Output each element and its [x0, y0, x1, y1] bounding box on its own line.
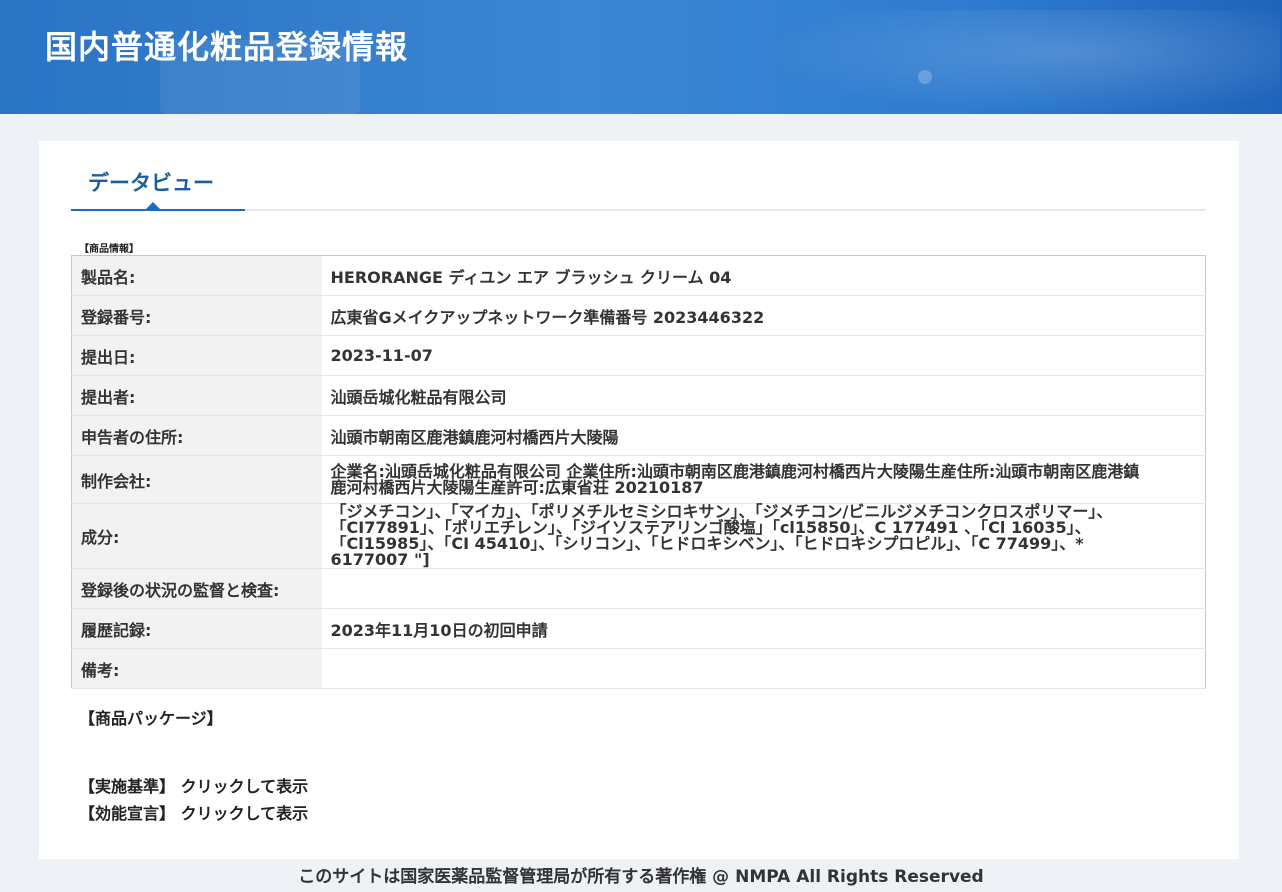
header-banner: 国内普通化粧品登録情報 — [0, 0, 1282, 114]
row-label: 履歴記録: — [71, 608, 322, 649]
row-label: 製品名: — [71, 255, 322, 296]
standards-line: 【実施基準】 クリックして表示 — [79, 773, 308, 797]
banner-decoration — [760, 10, 1280, 114]
row-label: 登録後の状況の監督と検査: — [71, 568, 322, 609]
table-row: 登録後の状況の監督と検査: — [71, 568, 1206, 609]
row-value: 「ジメチコン」、「マイカ」、「ポリメチルセミシロキサン」、「ジメチコン/ビニルジ… — [321, 503, 1206, 569]
row-value — [321, 648, 1206, 689]
row-value: 企業名:汕頭岳城化粧品有限公司 企業住所:汕頭市朝南区鹿港鎮鹿河村橋西片大陵陽生… — [321, 455, 1206, 504]
table-row: 制作会社: 企業名:汕頭岳城化粧品有限公司 企業住所:汕頭市朝南区鹿港鎮鹿河村橋… — [71, 455, 1206, 504]
table-row: 製品名: HERORANGE ディユン エア ブラッシュ クリーム 04 — [71, 255, 1206, 296]
content-panel: データビュー 【商品情報】 製品名: HERORANGE ディユン エア ブラッ… — [39, 141, 1239, 859]
standards-label: 【実施基準】 — [79, 777, 176, 796]
row-value — [321, 568, 1206, 609]
row-value: HERORANGE ディユン エア ブラッシュ クリーム 04 — [321, 255, 1206, 296]
footer-copyright: このサイトは国家医薬品監督管理局が所有する著作権 @ NMPA All Righ… — [298, 867, 984, 887]
row-value: 汕頭市朝南区鹿港鎮鹿河村橋西片大陵陽 — [321, 415, 1206, 456]
table-row: 申告者の住所: 汕頭市朝南区鹿港鎮鹿河村橋西片大陵陽 — [71, 415, 1206, 456]
row-label: 制作会社: — [71, 455, 322, 504]
row-value: 2023年11月10日の初回申請 — [321, 608, 1206, 649]
row-value: 2023-11-07 — [321, 335, 1206, 376]
row-label: 申告者の住所: — [71, 415, 322, 456]
row-label: 備考: — [71, 648, 322, 689]
section-caption: 【商品情報】 — [79, 244, 139, 255]
table-row: 備考: — [71, 648, 1206, 689]
row-label: 成分: — [71, 503, 322, 569]
claims-line: 【効能宣言】 クリックして表示 — [79, 800, 308, 824]
tab-caret-icon — [146, 202, 160, 209]
row-label: 登録番号: — [71, 295, 322, 336]
tab-data-view[interactable]: データビュー — [71, 141, 245, 211]
row-label: 提出者: — [71, 375, 322, 416]
row-value: 広東省Gメイクアップネットワーク準備番号 2023446322 — [321, 295, 1206, 336]
product-info-table: 製品名: HERORANGE ディユン エア ブラッシュ クリーム 04 登録番… — [71, 255, 1206, 689]
table-row: 成分: 「ジメチコン」、「マイカ」、「ポリメチルセミシロキサン」、「ジメチコン/… — [71, 503, 1206, 569]
package-heading: 【商品パッケージ】 — [79, 709, 223, 728]
claims-view-link[interactable]: クリックして表示 — [181, 804, 309, 823]
tab-bar: データビュー — [71, 141, 1206, 211]
tab-label: データビュー — [88, 171, 214, 195]
row-label: 提出日: — [71, 335, 322, 376]
standards-view-link[interactable]: クリックして表示 — [181, 777, 309, 796]
table-row: 提出日: 2023-11-07 — [71, 335, 1206, 376]
page-title: 国内普通化粧品登録情報 — [45, 28, 409, 66]
table-row: 提出者: 汕頭岳城化粧品有限公司 — [71, 375, 1206, 416]
table-row: 履歴記録: 2023年11月10日の初回申請 — [71, 608, 1206, 649]
banner-decoration — [918, 70, 932, 84]
claims-label: 【効能宣言】 — [79, 804, 176, 823]
table-row: 登録番号: 広東省Gメイクアップネットワーク準備番号 2023446322 — [71, 295, 1206, 336]
row-value: 汕頭岳城化粧品有限公司 — [321, 375, 1206, 416]
